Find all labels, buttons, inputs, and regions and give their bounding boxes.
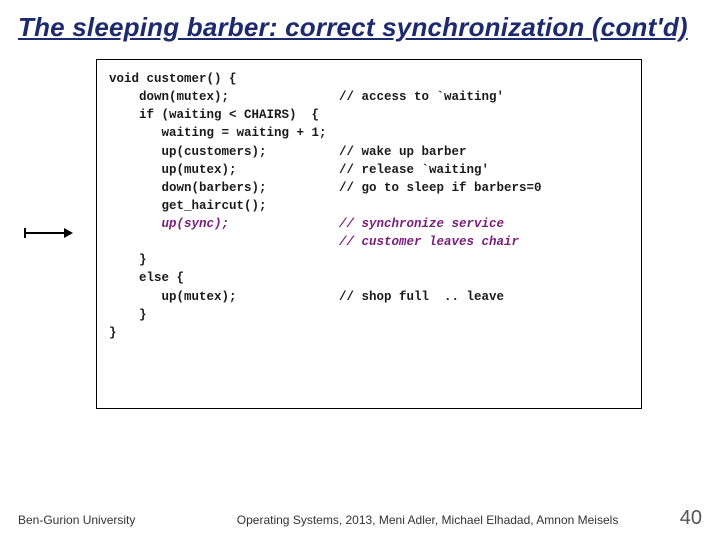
- code-line: else {: [109, 269, 629, 287]
- code-line: if (waiting < CHAIRS) {: [109, 106, 629, 124]
- code-line: void customer() {: [109, 70, 629, 88]
- slide: The sleeping barber: correct synchroniza…: [0, 0, 720, 540]
- code-line: }: [109, 306, 629, 324]
- slide-title: The sleeping barber: correct synchroniza…: [18, 12, 702, 43]
- code-listing: void customer() { down(mutex);// access …: [96, 59, 642, 409]
- slide-footer: Ben-Gurion University Operating Systems,…: [0, 507, 720, 530]
- code-line: }: [109, 324, 629, 342]
- arrow-line: [26, 232, 64, 234]
- title-main: The sleeping barber: correct synchroniza…: [18, 12, 584, 42]
- code-line-emphasis: up(sync);// synchronize service: [109, 215, 629, 233]
- code-line: }: [109, 251, 629, 269]
- pointer-arrow: [24, 228, 73, 238]
- footer-course: Operating Systems, 2013, Meni Adler, Mic…: [135, 513, 679, 527]
- title-contd: (cont'd): [592, 12, 688, 42]
- code-line-emphasis: // customer leaves chair: [109, 233, 629, 251]
- arrow-head-icon: [64, 228, 73, 238]
- footer-university: Ben-Gurion University: [10, 513, 135, 527]
- code-line: up(mutex);// release `waiting': [109, 161, 629, 179]
- code-line: down(barbers);// go to sleep if barbers=…: [109, 179, 629, 197]
- code-line: down(mutex);// access to `waiting': [109, 88, 629, 106]
- code-line: get_haircut();: [109, 197, 629, 215]
- code-line: up(mutex);// shop full .. leave: [109, 288, 629, 306]
- page-number: 40: [680, 507, 710, 530]
- code-line: up(customers);// wake up barber: [109, 143, 629, 161]
- code-line: waiting = waiting + 1;: [109, 124, 629, 142]
